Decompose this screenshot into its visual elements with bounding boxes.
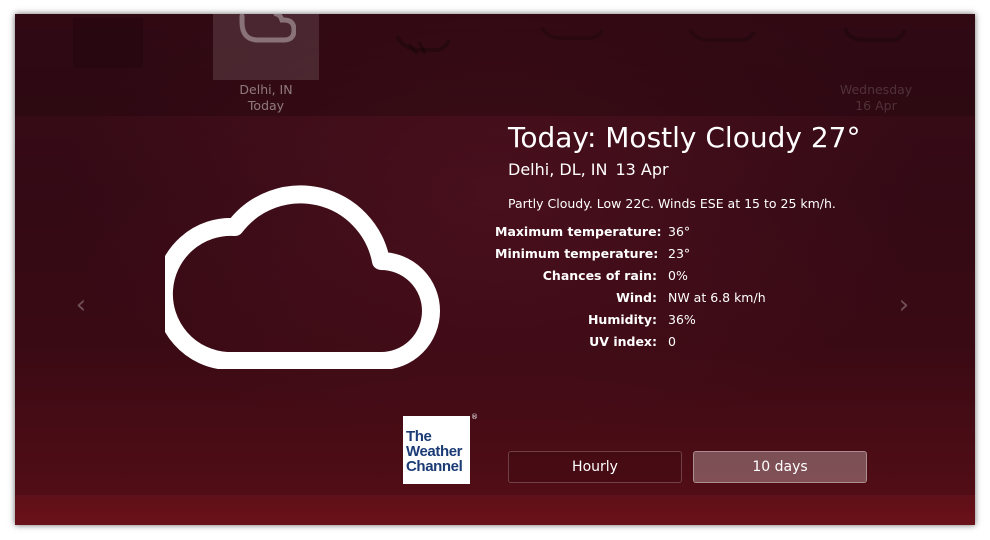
detail-label: Maximum temperature: xyxy=(495,224,662,239)
weather-channel-logo[interactable]: The Weather Channel ® xyxy=(403,413,478,484)
weather-window: Delhi, IN Today Wednesday 16 Apr ‹ › Tod… xyxy=(15,14,975,525)
sun-icon xyxy=(65,14,171,80)
carousel-card[interactable] xyxy=(65,14,171,116)
carousel-location: Wednesday xyxy=(839,82,913,97)
logo-line: Weather xyxy=(406,443,463,460)
detail-value: 0% xyxy=(668,268,688,283)
next-arrow-icon[interactable]: › xyxy=(892,292,916,318)
hourly-button[interactable]: Hourly xyxy=(508,451,682,483)
detail-label: Chances of rain: xyxy=(542,268,657,283)
logo-line: The xyxy=(406,428,432,445)
detail-row: Wind: NW at 6.8 km/h xyxy=(495,287,795,309)
detail-label: Wind: xyxy=(616,290,657,305)
cloud-icon xyxy=(688,28,756,42)
bottom-strip xyxy=(15,495,975,525)
thunderstorm-icon xyxy=(395,35,451,55)
detail-row: Minimum temperature: 23° xyxy=(495,243,795,265)
forecast-title: Today: Mostly Cloudy 27° xyxy=(508,121,861,154)
detail-value: NW at 6.8 km/h xyxy=(668,290,766,305)
carousel-location: Delhi, IN xyxy=(239,82,293,97)
detail-row: Maximum temperature: 36° xyxy=(495,221,795,243)
carousel-card[interactable] xyxy=(365,14,471,116)
location-name: Delhi, DL, IN xyxy=(508,160,608,179)
carousel-card-active[interactable]: Delhi, IN Today xyxy=(213,14,319,116)
detail-row: Chances of rain: 0% xyxy=(495,265,795,287)
registered-mark: ® xyxy=(471,413,478,421)
forecast-date: 13 Apr xyxy=(615,160,669,179)
carousel-day: 16 Apr xyxy=(855,98,897,113)
carousel-card[interactable] xyxy=(520,14,626,116)
detail-value: 36% xyxy=(668,312,696,327)
cloud-icon xyxy=(165,185,440,369)
location-line: Delhi, DL, IN 13 Apr xyxy=(508,159,669,181)
ten-days-button[interactable]: 10 days xyxy=(693,451,867,483)
carousel-day: Today xyxy=(247,98,285,113)
detail-value: 36° xyxy=(668,224,691,239)
cloud-icon xyxy=(239,14,296,43)
detail-label: Humidity: xyxy=(587,312,657,327)
cloud-icon xyxy=(843,27,907,42)
detail-label: UV index: xyxy=(589,334,657,349)
previous-arrow-icon[interactable]: ‹ xyxy=(69,292,93,318)
detail-row: Humidity: 36% xyxy=(495,309,795,331)
logo-line: Channel xyxy=(406,458,463,475)
detail-value: 0 xyxy=(668,334,676,349)
forecast-summary: Partly Cloudy. Low 22C. Winds ESE at 15 … xyxy=(508,196,836,211)
detail-value: 23° xyxy=(668,246,691,261)
carousel-thumb xyxy=(213,14,319,80)
carousel-card[interactable] xyxy=(680,14,786,116)
carousel-card[interactable]: Wednesday 16 Apr xyxy=(823,14,929,116)
day-carousel: Delhi, IN Today Wednesday 16 Apr xyxy=(15,14,975,116)
details-table: Maximum temperature: 36° Minimum tempera… xyxy=(495,221,795,353)
detail-row: UV index: 0 xyxy=(495,331,795,353)
detail-label: Minimum temperature: xyxy=(495,246,659,261)
cloud-icon xyxy=(540,26,604,40)
